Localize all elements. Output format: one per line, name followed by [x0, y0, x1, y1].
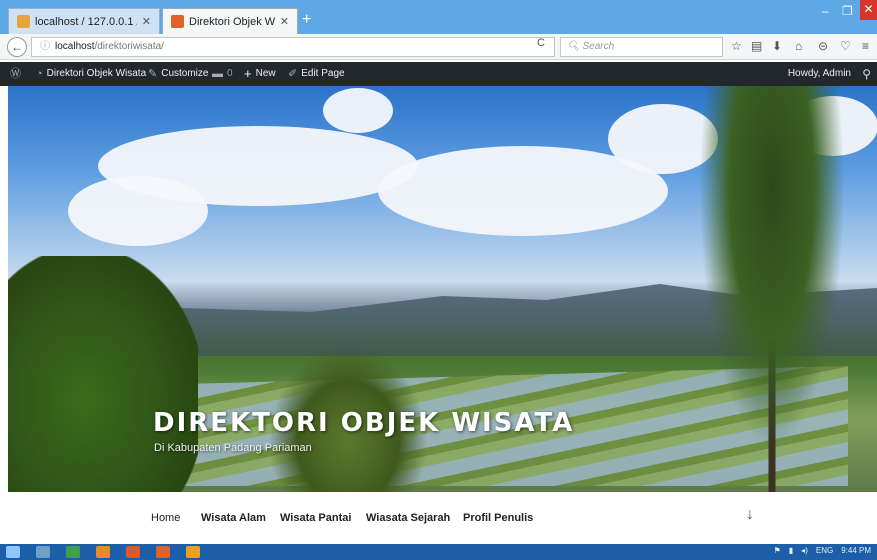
trees [8, 256, 198, 492]
network-icon[interactable]: ▮ [789, 546, 793, 555]
search-input[interactable]: 🔍︎ Search [560, 37, 723, 57]
flag-icon[interactable]: ⚑ [774, 546, 781, 555]
edit-page-label: Edit Page [301, 68, 345, 79]
dashboard-icon: ◔ [36, 68, 43, 80]
site-name-label: Direktori Objek Wisata [46, 68, 147, 79]
wp-admin-bar: Ⓦ ◔ Direktori Objek Wisata ✎ Customize ▬… [0, 62, 877, 86]
minimize-button[interactable]: – [822, 4, 829, 18]
palm-tree [687, 86, 857, 492]
home-icon[interactable]: ⌂ [795, 39, 802, 53]
site-title[interactable]: DIREKTORI OBJEK WISATA [153, 408, 574, 438]
menu-item-wisata-alam[interactable]: Wisata Alam [201, 512, 266, 524]
close-window-button[interactable]: ✕ [860, 0, 877, 20]
admin-search-icon[interactable]: ⚲ [862, 62, 871, 86]
site-description: Di Kabupaten Padang Pariaman [154, 442, 312, 454]
tab-close-icon[interactable]: ✕ [280, 15, 289, 28]
browser-nav-bar: ← ⓘ localhost/direktoriwisata/ C 🔍︎ Searc… [0, 34, 877, 60]
customize-link[interactable]: ✎ Customize [148, 62, 208, 86]
address-bar[interactable]: ⓘ localhost/direktoriwisata/ [31, 37, 555, 57]
howdy-user[interactable]: Howdy, Admin [788, 62, 851, 86]
browser-tab-strip: localhost / 127.0.0.1 / dire... ✕ Direkt… [0, 0, 877, 34]
menu-item-wisata-pantai[interactable]: Wisata Pantai [280, 512, 351, 524]
search-placeholder: Search [582, 41, 615, 52]
windows-taskbar: ⚑ ▮ ◂) ENG 9:44 PM [0, 544, 877, 560]
tab-phpmyadmin[interactable]: localhost / 127.0.0.1 / dire... ✕ [8, 8, 160, 34]
scroll-down-icon[interactable]: ↓ [746, 506, 754, 524]
pocket-icon[interactable]: ⊝ [818, 39, 828, 53]
maximize-button[interactable]: ❐ [842, 4, 853, 18]
language-indicator[interactable]: ENG [816, 546, 833, 555]
reload-icon[interactable]: C [537, 37, 545, 49]
cloud [323, 88, 393, 133]
comment-icon: ▬ [212, 68, 223, 80]
app-icon[interactable] [156, 546, 170, 558]
plus-icon: + [244, 66, 252, 81]
pencil-icon: ✐ [288, 68, 298, 80]
menu-item-wiasata-sejarah[interactable]: Wiasata Sejarah [366, 512, 450, 524]
info-icon[interactable]: ⓘ [40, 41, 50, 52]
menu-item-profil-penulis[interactable]: Profil Penulis [463, 512, 533, 524]
tab-title: localhost / 127.0.0.1 / dire... [35, 15, 137, 28]
phpmyadmin-icon [17, 15, 30, 28]
clock[interactable]: 9:44 PM [841, 546, 871, 555]
tab-title: Direktori Objek Wisata – D... [189, 15, 275, 28]
brush-icon: ✎ [148, 68, 158, 80]
tab-direktori[interactable]: Direktori Objek Wisata – D... ✕ [162, 8, 298, 34]
volume-icon[interactable]: ◂) [801, 546, 808, 555]
star-icon[interactable]: ☆ [731, 39, 742, 53]
start-icon[interactable] [6, 546, 20, 558]
download-icon[interactable]: ⬇ [772, 39, 782, 53]
system-tray: ⚑ ▮ ◂) ENG 9:44 PM [774, 546, 871, 555]
menu-icon[interactable]: ≡ [862, 39, 869, 53]
comments-count: 0 [227, 68, 233, 79]
firefox-active-icon[interactable] [126, 546, 140, 558]
header-image: DIREKTORI OBJEK WISATA Di Kabupaten Pada… [8, 86, 877, 492]
menu-item-home[interactable]: Home [151, 512, 180, 524]
cloud [68, 176, 208, 246]
site-favicon-icon [171, 15, 184, 28]
xampp-icon[interactable] [186, 546, 200, 558]
firefox-icon[interactable] [96, 546, 110, 558]
back-button[interactable]: ← [7, 37, 27, 57]
new-label: New [255, 68, 276, 79]
customize-label: Customize [161, 68, 209, 79]
primary-menu: Home Wisata Alam Wisata Pantai Wiasata S… [0, 492, 877, 544]
wordpress-logo-icon[interactable]: Ⓦ [10, 62, 21, 86]
url-path: /direktoriwisata/ [94, 41, 164, 52]
comments-link[interactable]: ▬ 0 [212, 62, 233, 86]
shield-icon[interactable]: ♡ [840, 39, 851, 53]
explorer-icon[interactable] [36, 546, 50, 558]
edit-page-link[interactable]: ✐ Edit Page [288, 62, 345, 86]
new-tab-button[interactable]: + [302, 12, 311, 28]
tab-close-icon[interactable]: ✕ [142, 15, 151, 28]
chrome-icon[interactable] [66, 546, 80, 558]
url-host: localhost [55, 41, 95, 52]
admin-site-name[interactable]: ◔ Direktori Objek Wisata [36, 62, 146, 86]
new-content-link[interactable]: + New [244, 62, 276, 86]
reading-list-icon[interactable]: ▤ [751, 39, 762, 53]
